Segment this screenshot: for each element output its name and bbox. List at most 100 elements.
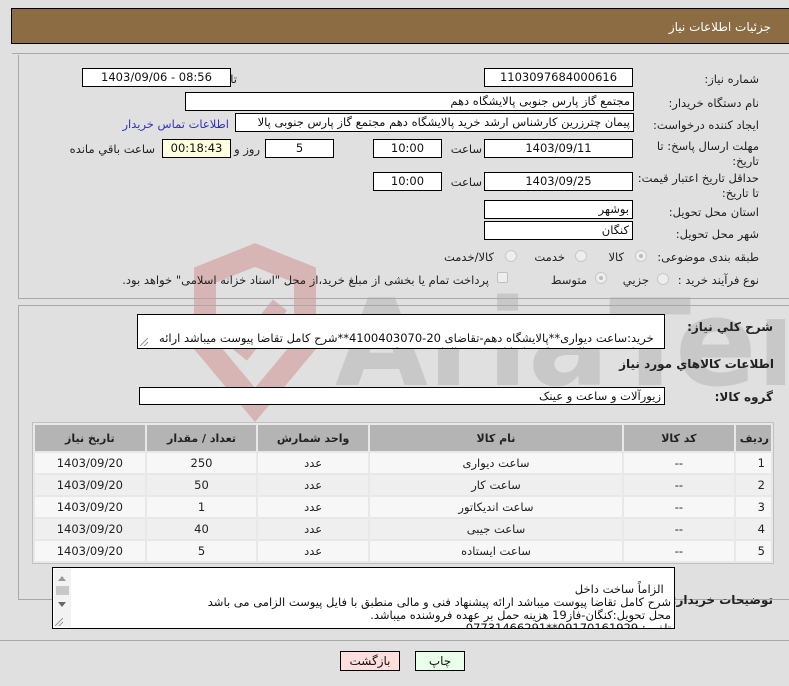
cell-need-date: 1403/09/20: [35, 541, 145, 561]
cell-row-number: 3: [735, 497, 771, 517]
cell-need-date: 1403/09/20: [35, 497, 145, 517]
page-header: جزئیات اطلاعات نیاز: [11, 8, 789, 44]
cell-unit: عدد: [258, 497, 368, 517]
table-row: 3 -- ساعت اندیکاتور عدد 1 1403/09/20: [35, 497, 771, 517]
cell-need-date: 1403/09/20: [35, 453, 145, 473]
col-quantity: تعداد / مقدار: [146, 425, 257, 451]
goods-table: ردیف کد کالا نام کالا واحد شمارش تعداد /…: [32, 422, 774, 564]
back-button[interactable]: بازگشت: [340, 651, 400, 671]
table-row: 1 -- ساعت دیواری عدد 250 1403/09/20: [35, 453, 771, 473]
remaining-days-field: 5: [265, 139, 334, 158]
cell-item-name: ساعت کار: [369, 475, 623, 495]
resize-grip-icon[interactable]: [55, 618, 63, 626]
process-type-label: نوع فرآیند خرید :: [677, 273, 759, 287]
need-number-label: شماره نیاز:: [704, 72, 759, 86]
col-item-code: کد کالا: [624, 425, 734, 451]
response-time-field: 10:00: [373, 139, 442, 158]
response-time-label: ساعت: [450, 142, 482, 156]
process-option-medium: متوسط: [550, 273, 587, 287]
remaining-time-field: 00:18:43: [162, 139, 231, 158]
buyer-org-field: مجتمع گاز پارس جنوبی پالایشگاه دهم: [185, 92, 634, 111]
province-field: بوشهر: [484, 200, 633, 219]
category-label: طبقه بندی موضوعی:: [657, 250, 759, 264]
table-row: 2 -- ساعت کار عدد 50 1403/09/20: [35, 475, 771, 495]
summary-text: خرید:ساعت دیواری**پالایشگاه دهم-تقاضای 2…: [159, 331, 661, 348]
summary-textarea[interactable]: خرید:ساعت دیواری**پالایشگاه دهم-تقاضای 2…: [137, 314, 665, 349]
col-item-name: نام کالا: [369, 425, 623, 451]
process-option-minor: جزیي: [622, 273, 649, 287]
treasury-checkbox[interactable]: [497, 272, 508, 283]
category-option-service: خدمت: [534, 250, 565, 264]
goods-group-label: گروه کالا:: [714, 390, 773, 404]
category-radio-both[interactable]: [505, 250, 517, 262]
buyer-notes-text: الزاماً ساخت داخل شرح کامل تقاضا پیوست م…: [207, 582, 671, 629]
buyer-contact-link[interactable]: اطلاعات تماس خریدار: [122, 117, 229, 131]
need-number-field: 1103097684000616: [484, 68, 633, 87]
table-header-row: ردیف کد کالا نام کالا واحد شمارش تعداد /…: [35, 425, 771, 451]
cell-item-name: ساعت ایستاده: [369, 541, 623, 561]
goods-section-title: اطلاعات کالاهاي مورد نياز: [619, 357, 774, 371]
cell-quantity: 40: [146, 519, 257, 539]
price-validity-label: حداقل تاریخ اعتبار قیمت: تا تاریخ:: [637, 171, 759, 200]
city-field: کنگان: [484, 221, 633, 240]
cell-row-number: 2: [735, 475, 771, 495]
cell-unit: عدد: [258, 519, 368, 539]
cell-unit: عدد: [258, 475, 368, 495]
summary-label: شرح کلي نياز:: [687, 320, 773, 334]
col-row-number: ردیف: [735, 425, 771, 451]
announce-datetime-field: 1403/09/06 - 08:56: [82, 68, 231, 87]
process-radio-medium[interactable]: [595, 272, 607, 284]
category-option-both: کالا/خدمت: [443, 250, 494, 264]
divider: [12, 53, 789, 54]
resize-grip-icon[interactable]: [140, 338, 148, 346]
buyer-notes-textarea[interactable]: الزاماً ساخت داخل شرح کامل تقاضا پیوست م…: [52, 567, 675, 629]
cell-quantity: 5: [146, 541, 257, 561]
province-label: استان محل تحویل:: [668, 205, 759, 219]
cell-item-name: ساعت دیواری: [369, 453, 623, 473]
category-radio-goods[interactable]: [635, 250, 647, 262]
process-radio-minor[interactable]: [657, 273, 669, 285]
city-label: شهر محل تحویل:: [675, 227, 759, 241]
cell-item-code: --: [624, 453, 734, 473]
table-row: 4 -- ساعت جیبی عدد 40 1403/09/20: [35, 519, 771, 539]
col-unit: واحد شمارش: [258, 425, 368, 451]
cell-item-code: --: [624, 519, 734, 539]
days-label: روز و: [234, 142, 260, 156]
cell-quantity: 1: [146, 497, 257, 517]
price-validity-date-field: 1403/09/25: [484, 172, 633, 191]
cell-item-code: --: [624, 541, 734, 561]
price-validity-time-field: 10:00: [373, 172, 442, 191]
response-deadline-label: مهلت ارسال پاسخ: تا تاریخ:: [656, 139, 759, 168]
scroll-up-icon[interactable]: [58, 576, 66, 581]
buyer-org-label: نام دستگاه خریدار:: [668, 96, 759, 110]
response-date-field: 1403/09/11: [484, 139, 633, 158]
buyer-notes-label: توضیحات خریدار:: [671, 593, 773, 607]
cell-item-code: --: [624, 497, 734, 517]
remaining-time-label: ساعت باقي مانده: [69, 142, 155, 156]
cell-quantity: 250: [146, 453, 257, 473]
cell-item-name: ساعت جیبی: [369, 519, 623, 539]
cell-unit: عدد: [258, 453, 368, 473]
cell-need-date: 1403/09/20: [35, 475, 145, 495]
goods-group-field: زیورآلات و ساعت و عینک: [139, 387, 665, 405]
scroll-thumb[interactable]: [56, 586, 69, 595]
col-need-date: تاریخ نیاز: [35, 425, 145, 451]
footer-divider: [0, 640, 789, 641]
cell-item-name: ساعت اندیکاتور: [369, 497, 623, 517]
requester-label: ایجاد کننده درخواست:: [653, 118, 759, 132]
scroll-down-icon[interactable]: [58, 602, 66, 607]
cell-row-number: 4: [735, 519, 771, 539]
cell-row-number: 5: [735, 541, 771, 561]
treasury-checkbox-label: پرداخت تمام یا بخشی از مبلغ خرید،از محل …: [122, 273, 489, 287]
table-row: 5 -- ساعت ایستاده عدد 5 1403/09/20: [35, 541, 771, 561]
requester-field: پیمان چترزرین کارشناس ارشد خرید پالایشگا…: [235, 113, 634, 132]
print-button[interactable]: چاپ: [415, 651, 465, 671]
page-title: جزئیات اطلاعات نیاز: [668, 20, 771, 34]
cell-unit: عدد: [258, 541, 368, 561]
category-radio-service[interactable]: [575, 250, 587, 262]
cell-row-number: 1: [735, 453, 771, 473]
cell-quantity: 50: [146, 475, 257, 495]
cell-item-code: --: [624, 475, 734, 495]
category-option-goods: کالا: [608, 250, 624, 264]
price-validity-time-label: ساعت: [450, 175, 482, 189]
